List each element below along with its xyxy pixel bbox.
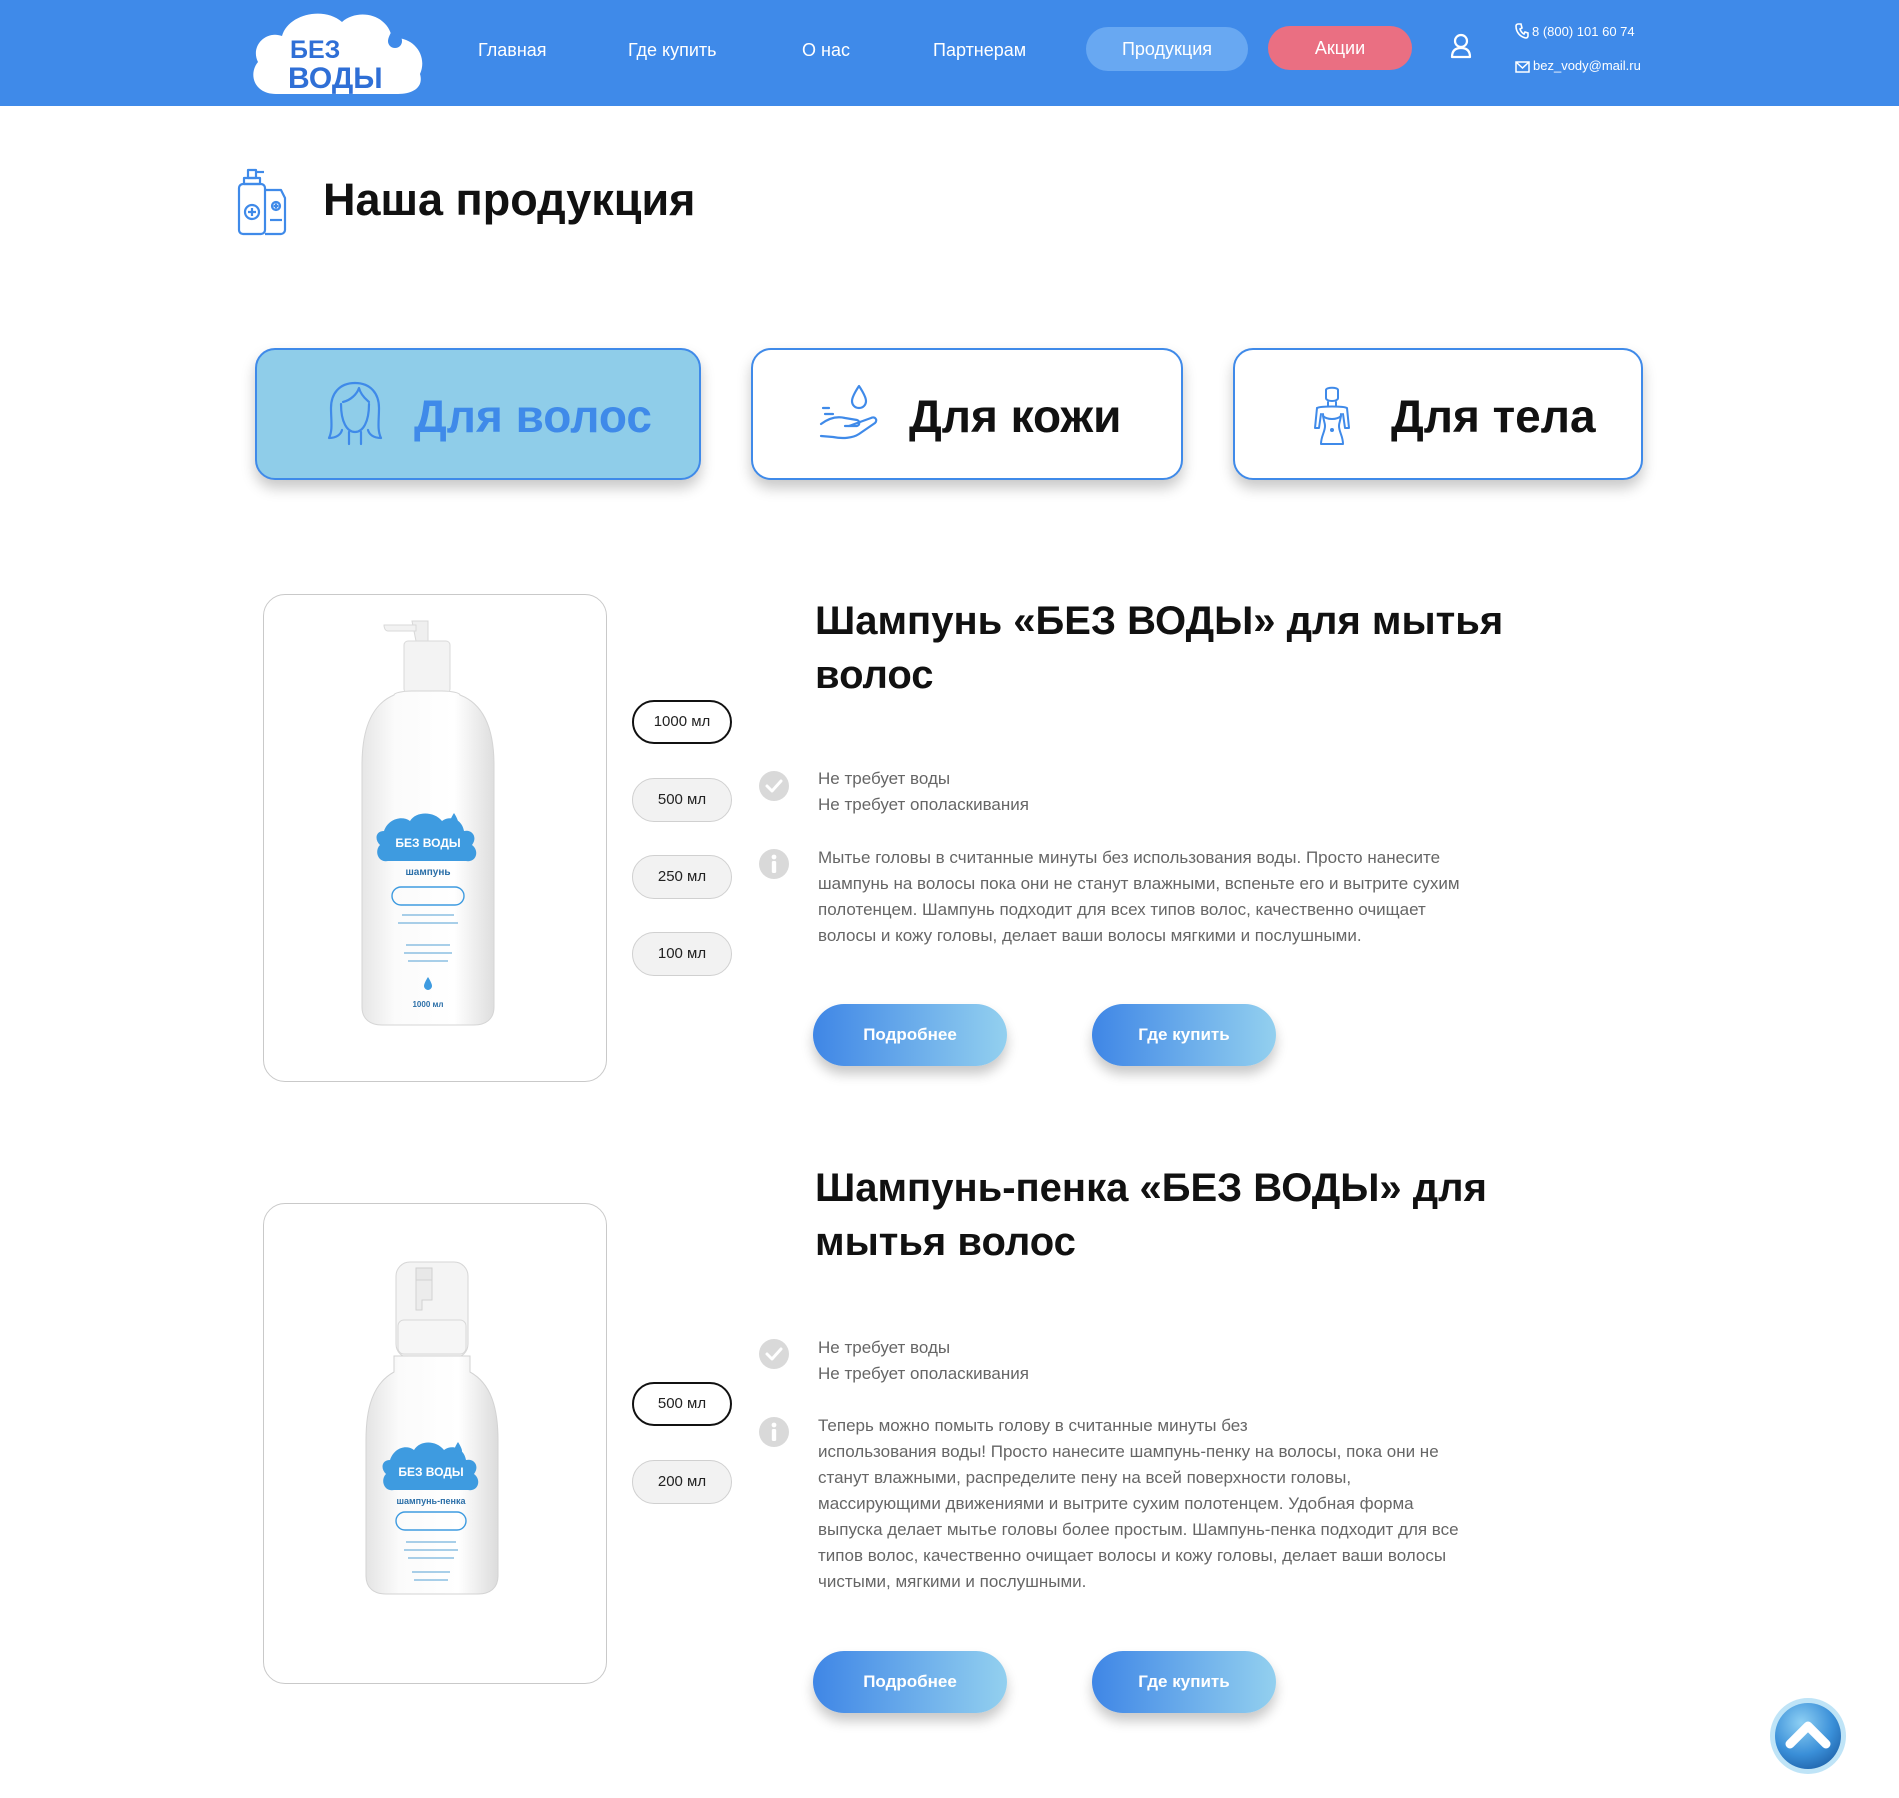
header-phone[interactable]: 8 (800) 101 60 74 bbox=[1515, 23, 1635, 41]
category-body[interactable]: Для тела bbox=[1233, 348, 1643, 480]
mail-icon bbox=[1515, 61, 1530, 73]
bottle-type-text: шампунь-пенка bbox=[397, 1496, 467, 1506]
category-hair-label: Для волос bbox=[414, 390, 652, 442]
size-option[interactable]: 100 мл bbox=[632, 932, 732, 976]
hair-head-icon bbox=[327, 381, 383, 446]
category-skin-label: Для кожи bbox=[909, 390, 1122, 442]
foam-bottle-image: БЕЗ ВОДЫ шампунь-пенка bbox=[365, 1261, 499, 1595]
cosmetics-bottles-icon bbox=[237, 168, 287, 236]
size-option[interactable]: 1000 мл bbox=[632, 700, 732, 744]
feature-line: Не требует воды bbox=[818, 1338, 951, 1357]
category-hair[interactable]: Для волос bbox=[255, 348, 701, 480]
feature-line: Не требует воды bbox=[818, 769, 951, 788]
page-title: Наша продукция bbox=[323, 174, 696, 225]
category-skin[interactable]: Для кожи bbox=[751, 348, 1183, 480]
nav-products[interactable]: Продукция bbox=[1086, 27, 1248, 71]
bottle-brand-text: БЕЗ ВОДЫ bbox=[395, 836, 460, 850]
scroll-to-top-icon[interactable] bbox=[1768, 1696, 1848, 1776]
product-title-line: Шампунь-пенка «БЕЗ ВОДЫ» для bbox=[815, 1166, 1487, 1210]
where-to-buy-button[interactable]: Где купить bbox=[1092, 1004, 1276, 1066]
description-line: волосы и кожу головы, делает ваши волосы… bbox=[818, 926, 1362, 945]
size-option[interactable]: 250 мл bbox=[632, 855, 732, 899]
logo-text-top: БЕЗ bbox=[290, 36, 340, 64]
user-account-icon[interactable] bbox=[1450, 33, 1472, 59]
category-body-label: Для тела bbox=[1391, 390, 1596, 442]
email-address: bez_vody@mail.ru bbox=[1533, 58, 1641, 73]
shampoo-bottle-image: БЕЗ ВОДЫ шампунь 1000 мл bbox=[361, 620, 495, 1026]
description-line: Мытье головы в считанные минуты без испо… bbox=[818, 848, 1441, 867]
feature-line: Не требует ополаскивания bbox=[818, 795, 1029, 814]
phone-number: 8 (800) 101 60 74 bbox=[1532, 24, 1635, 39]
description-line: выпуска делает мытье головы более просты… bbox=[818, 1520, 1459, 1539]
size-option[interactable]: 200 мл bbox=[632, 1460, 732, 1504]
details-button[interactable]: Подробнее bbox=[813, 1651, 1007, 1713]
nav-home[interactable]: Главная bbox=[478, 38, 547, 62]
nav-partners[interactable]: Партнерам bbox=[933, 38, 1026, 62]
size-option[interactable]: 500 мл bbox=[632, 1382, 732, 1426]
description-line: шампунь на волосы пока они не станут вла… bbox=[818, 874, 1460, 893]
product-description: Теперь можно помыть голову в считанные м… bbox=[818, 1413, 1578, 1595]
logo-text-bottom: ВОДЫ bbox=[288, 62, 383, 95]
info-circle-icon bbox=[759, 1417, 789, 1447]
bottle-type-text: шампунь bbox=[405, 867, 450, 878]
check-circle-icon bbox=[759, 1339, 789, 1369]
logo[interactable]: БЕЗ ВОДЫ bbox=[248, 8, 426, 96]
where-to-buy-button[interactable]: Где купить bbox=[1092, 1651, 1276, 1713]
hand-drop-icon bbox=[819, 384, 878, 440]
description-line: массирующими движениями и вытрите сухим … bbox=[818, 1494, 1414, 1513]
product-title-line: волос bbox=[815, 653, 934, 697]
header-email[interactable]: bez_vody@mail.ru bbox=[1515, 57, 1641, 75]
product-image-frame[interactable]: БЕЗ ВОДЫ шампунь 1000 мл bbox=[263, 594, 607, 1082]
product-description: Мытье головы в считанные минуты без испо… bbox=[818, 845, 1578, 949]
product-title-line: мытья волос bbox=[815, 1220, 1076, 1264]
info-circle-icon bbox=[759, 849, 789, 879]
product-features: Не требует воды Не требует ополаскивания bbox=[818, 766, 1578, 818]
product-title-line: Шампунь «БЕЗ ВОДЫ» для мытья bbox=[815, 599, 1504, 643]
top-nav-bar: БЕЗ ВОДЫ Главная Где купить О нас Партне… bbox=[0, 0, 1899, 106]
check-circle-icon bbox=[759, 771, 789, 801]
nav-where-to-buy[interactable]: Где купить bbox=[628, 38, 717, 62]
description-line: использования воды! Просто нанесите шамп… bbox=[818, 1442, 1439, 1461]
phone-icon bbox=[1515, 23, 1529, 39]
size-option[interactable]: 500 мл bbox=[632, 778, 732, 822]
bottle-volume-text: 1000 мл bbox=[412, 1000, 443, 1009]
description-line: Теперь можно помыть голову в считанные м… bbox=[818, 1416, 1248, 1435]
description-line: станут влажными, распределите пену на вс… bbox=[818, 1468, 1352, 1487]
description-line: полотенцем. Шампунь подходит для всех ти… bbox=[818, 900, 1426, 919]
details-button[interactable]: Подробнее bbox=[813, 1004, 1007, 1066]
product-features: Не требует воды Не требует ополаскивания bbox=[818, 1335, 1578, 1387]
feature-line: Не требует ополаскивания bbox=[818, 1364, 1029, 1383]
description-line: типов волос, качественно очищает волосы … bbox=[818, 1546, 1447, 1565]
description-line: чистыми, мягкими и послушными. bbox=[818, 1572, 1087, 1591]
body-woman-icon bbox=[1314, 386, 1350, 445]
product-title: Шампунь-пенка «БЕЗ ВОДЫ» для мытья волос bbox=[815, 1161, 1615, 1269]
nav-about[interactable]: О нас bbox=[802, 38, 850, 62]
nav-promotions[interactable]: Акции bbox=[1268, 26, 1412, 70]
bottle-brand-text: БЕЗ ВОДЫ bbox=[398, 1465, 463, 1479]
product-image-frame[interactable]: БЕЗ ВОДЫ шампунь-пенка bbox=[263, 1203, 607, 1684]
product-title: Шампунь «БЕЗ ВОДЫ» для мытья волос bbox=[815, 594, 1615, 702]
